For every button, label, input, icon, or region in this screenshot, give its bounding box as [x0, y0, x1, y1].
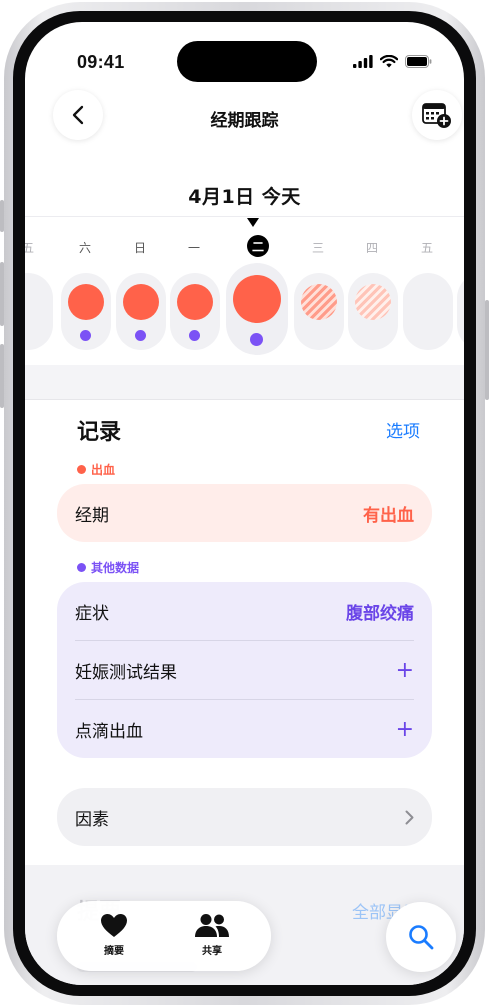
dynamic-island	[177, 41, 317, 82]
symptoms-row[interactable]: 症状 腹部绞痛	[75, 582, 414, 640]
page-title: 经期跟踪	[210, 111, 279, 131]
period-label: 经期	[75, 505, 109, 526]
search-icon	[409, 925, 434, 950]
period-dot	[123, 284, 159, 320]
other-data-dot	[80, 330, 91, 341]
heart-icon	[101, 914, 127, 937]
add-calendar-button[interactable]	[412, 90, 462, 140]
divider	[25, 216, 464, 217]
predicted-period-dot	[355, 284, 391, 320]
pregnancy-test-label: 妊娠测试结果	[75, 662, 177, 683]
period-row[interactable]: 经期 有出血	[75, 484, 414, 542]
day-cell-wed[interactable]	[294, 273, 344, 350]
day-label-thu: 四	[365, 241, 378, 255]
tab-summary-label: 摘要	[104, 946, 124, 957]
day-cell-fri[interactable]	[25, 273, 53, 350]
phone-frame: 09:41 经期跟踪 4月1日 今天 五 六 日 一 二 三 四 五 记录 选项…	[4, 2, 485, 1005]
day-label-mon: 一	[187, 241, 200, 255]
power-button	[485, 300, 489, 400]
other-data-tag-label: 其他数据	[91, 561, 140, 575]
factors-card[interactable]: 因素	[57, 788, 432, 846]
divider	[25, 399, 464, 400]
status-icons	[353, 55, 432, 68]
day-cell-today[interactable]	[226, 263, 288, 355]
other-data-card: 症状 腹部绞痛 妊娠测试结果 + 点滴出血 +	[57, 582, 432, 758]
other-data-dot	[135, 330, 146, 341]
selected-date-title: 4月1日 今天	[188, 186, 301, 208]
spotting-row[interactable]: 点滴出血 +	[75, 700, 414, 758]
spotting-add-icon[interactable]: +	[396, 717, 414, 742]
other-data-tag: 其他数据	[77, 559, 139, 576]
screen: 09:41 经期跟踪 4月1日 今天 五 六 日 一 二 三 四 五 记录 选项…	[25, 22, 464, 985]
status-bar: 09:41	[25, 22, 464, 82]
day-label-fri: 五	[25, 241, 34, 255]
battery-icon	[405, 55, 432, 68]
tab-bar: 摘要 共享	[57, 901, 271, 971]
day-cell-sat-next[interactable]	[457, 273, 464, 350]
factors-row[interactable]: 因素	[75, 788, 414, 846]
people-icon	[195, 914, 229, 937]
section-band	[25, 365, 464, 400]
options-button[interactable]: 选项	[386, 417, 420, 442]
day-cell-thu[interactable]	[348, 273, 398, 350]
day-label-today[interactable]: 二	[247, 235, 269, 257]
tab-sharing[interactable]: 共享	[177, 913, 247, 957]
calendar-add-icon	[422, 103, 451, 128]
pregnancy-test-add-icon[interactable]: +	[396, 658, 414, 683]
chevron-right-icon	[405, 810, 414, 824]
search-button[interactable]	[386, 902, 456, 972]
predicted-period-dot	[301, 284, 337, 320]
today-pointer-icon	[247, 218, 259, 227]
period-card[interactable]: 经期 有出血	[57, 484, 432, 542]
bleeding-dot-icon	[77, 465, 86, 474]
period-dot	[177, 284, 213, 320]
period-value: 有出血	[363, 505, 414, 526]
day-cell-sat[interactable]	[61, 273, 111, 350]
day-cell-mon[interactable]	[170, 273, 220, 350]
symptoms-value: 腹部绞痛	[346, 603, 414, 624]
bleeding-tag-label: 出血	[91, 463, 116, 477]
phone-bezel: 09:41 经期跟踪 4月1日 今天 五 六 日 一 二 三 四 五 记录 选项…	[13, 11, 476, 996]
day-label-sat: 六	[78, 241, 91, 255]
factors-label: 因素	[75, 809, 109, 830]
other-data-dot-icon	[77, 563, 86, 572]
day-cell-fri-next[interactable]	[403, 273, 453, 350]
period-dot	[233, 275, 281, 323]
spotting-label: 点滴出血	[75, 721, 143, 742]
log-section-title: 记录	[77, 420, 122, 445]
pregnancy-test-row[interactable]: 妊娠测试结果 +	[75, 641, 414, 699]
day-cell-sun[interactable]	[116, 273, 166, 350]
tab-summary[interactable]: 摘要	[79, 913, 149, 957]
other-data-dot	[189, 330, 200, 341]
wifi-icon	[380, 55, 398, 68]
day-label-wed: 三	[311, 241, 324, 255]
status-time: 09:41	[77, 52, 125, 72]
symptoms-label: 症状	[75, 603, 109, 624]
cellular-signal-icon	[353, 55, 373, 68]
tab-sharing-label: 共享	[202, 946, 222, 957]
day-label-sun: 日	[133, 241, 146, 255]
day-label-fri-next: 五	[420, 241, 433, 255]
other-data-dot	[250, 333, 263, 346]
period-dot	[68, 284, 104, 320]
bleeding-tag: 出血	[77, 461, 115, 478]
